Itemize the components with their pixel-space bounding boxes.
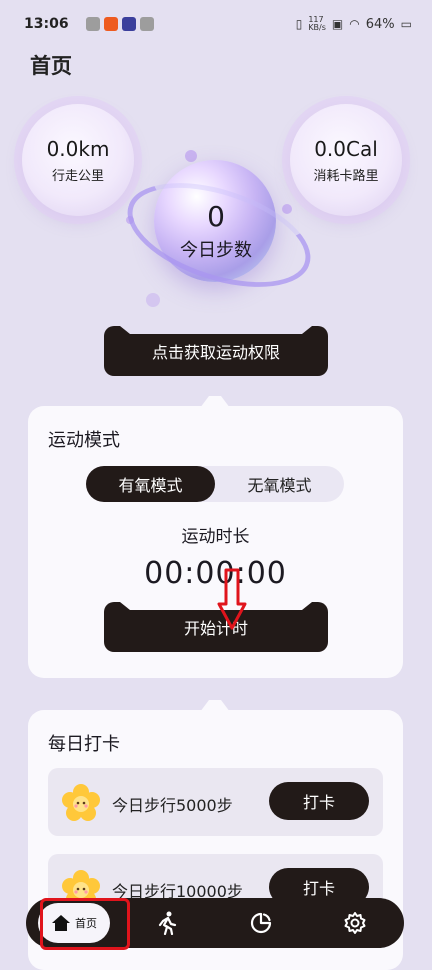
checkin-task: 今日步行5000步 打卡 bbox=[48, 768, 383, 836]
annotation-arrow-icon bbox=[217, 568, 247, 630]
app-notification-icon bbox=[122, 17, 136, 31]
task-label: 今日步行5000步 bbox=[112, 796, 233, 815]
wifi-icon: ◠ bbox=[349, 17, 360, 31]
exercise-mode-title: 运动模式 bbox=[48, 430, 120, 451]
calories-value: 0.0Cal bbox=[314, 136, 378, 161]
page-title: 首页 bbox=[30, 54, 72, 78]
sim-icon: ▣ bbox=[331, 17, 344, 31]
notification-icons bbox=[86, 17, 154, 31]
card-notch bbox=[200, 700, 230, 712]
aerobic-mode-tab[interactable]: 有氧模式 bbox=[86, 466, 215, 502]
daily-checkin-title: 每日打卡 bbox=[48, 734, 120, 755]
checkin-button[interactable]: 打卡 bbox=[269, 782, 369, 820]
exercise-mode-card: 运动模式 有氧模式 无氧模式 运动时长 00:00:00 开始计时 bbox=[28, 396, 403, 678]
app-notification-icon bbox=[104, 17, 118, 31]
calories-label: 消耗卡路里 bbox=[313, 168, 379, 184]
timer-display: 00:00:00 bbox=[144, 556, 287, 591]
tab-stats[interactable] bbox=[214, 898, 308, 948]
status-bar: 13:06 ▯ 117 KB/s ▣ ◠ 64% ▭ bbox=[0, 0, 432, 50]
battery-level: 64% bbox=[365, 16, 395, 32]
steps-label: 今日步数 bbox=[180, 240, 252, 261]
flower-icon bbox=[62, 784, 100, 821]
anaerobic-mode-tab[interactable]: 无氧模式 bbox=[215, 466, 344, 502]
status-right: ▯ 117 KB/s ▣ ◠ 64% ▭ bbox=[296, 16, 412, 32]
status-time: 13:06 bbox=[24, 16, 69, 32]
tab-settings[interactable] bbox=[308, 898, 402, 948]
mode-toggle: 有氧模式 无氧模式 bbox=[86, 466, 344, 502]
walk-icon bbox=[158, 911, 177, 935]
steps-value: 0 bbox=[207, 200, 225, 233]
tab-exercise[interactable] bbox=[120, 898, 214, 948]
card-notch bbox=[200, 396, 230, 408]
app-notification-icon bbox=[140, 17, 154, 31]
duration-label: 运动时长 bbox=[181, 527, 250, 547]
chart-icon bbox=[250, 912, 272, 934]
annotation-highlight-box bbox=[40, 898, 130, 950]
network-speed: 117 KB/s bbox=[308, 15, 326, 32]
battery-icon: ▭ bbox=[400, 17, 412, 31]
app-notification-icon bbox=[86, 17, 100, 31]
start-timer-button[interactable]: 开始计时 bbox=[104, 602, 328, 652]
settings-icon bbox=[344, 912, 366, 934]
distance-label: 行走公里 bbox=[51, 168, 104, 184]
distance-value: 0.0km bbox=[46, 136, 110, 161]
get-permission-button[interactable]: 点击获取运动权限 bbox=[104, 326, 328, 376]
vibrate-icon: ▯ bbox=[295, 17, 303, 31]
